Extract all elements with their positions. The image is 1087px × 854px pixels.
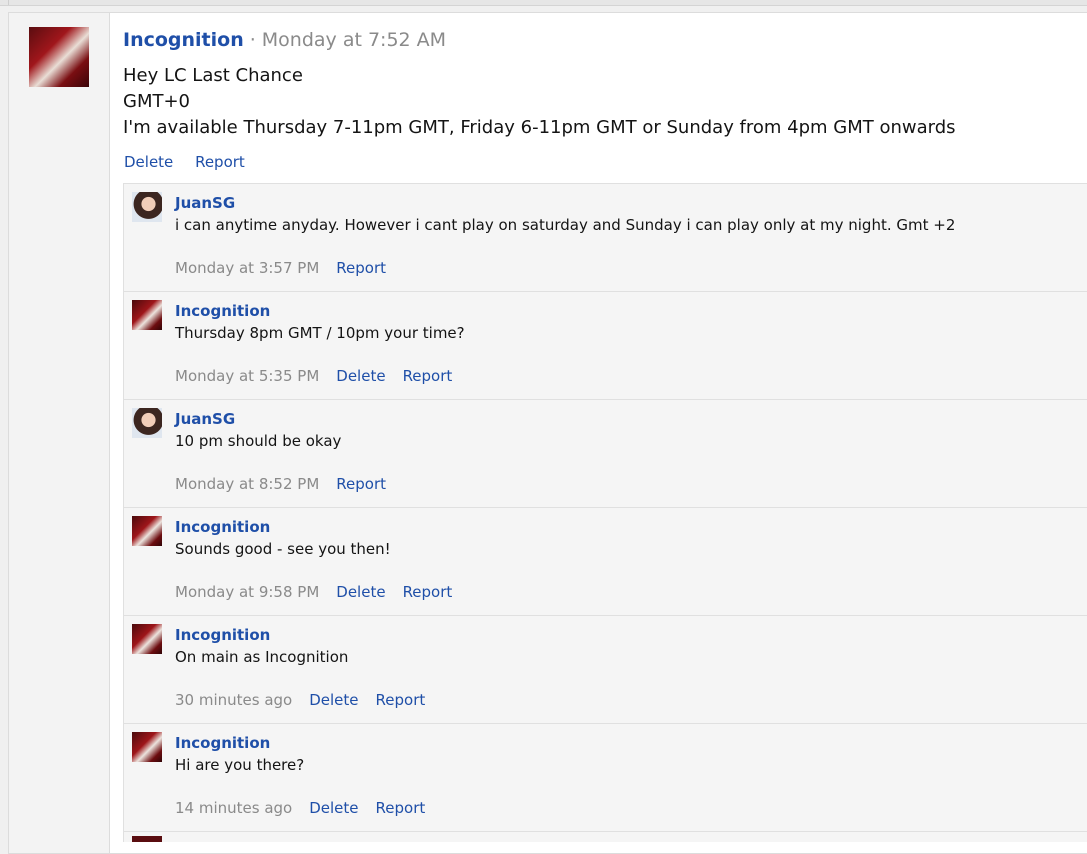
post-body-line: GMT+0 — [123, 91, 191, 112]
profile-post: Incognition · Monday at 7:52 AM Hey LC Las… — [8, 12, 1087, 854]
comment-author-link[interactable]: Incognition — [175, 734, 270, 752]
post-avatar-column — [9, 13, 110, 853]
comment-author-link[interactable]: JuanSG — [175, 194, 235, 212]
comment-meta: Monday at 9:58 PM Delete Report — [175, 583, 469, 601]
post-actions: Delete Report — [124, 153, 262, 171]
comment-report-link[interactable]: Report — [336, 259, 386, 277]
delete-link[interactable]: Delete — [124, 153, 173, 171]
comment-report-link[interactable]: Report — [376, 691, 426, 709]
comment-delete-link[interactable]: Delete — [309, 691, 358, 709]
comment-text: Sounds good - see you then! — [175, 540, 391, 558]
comment-delete-link[interactable]: Delete — [336, 583, 385, 601]
comment-author-link[interactable]: JuanSG — [175, 410, 235, 428]
comment-item: JuanSG i can anytime anyday. However i ca… — [123, 184, 1087, 292]
comment-text: i can anytime anyday. However i cant pla… — [175, 216, 956, 234]
comment-delete-link[interactable]: Delete — [309, 799, 358, 817]
post-author-link[interactable]: Incognition — [123, 29, 244, 51]
comment-report-link[interactable]: Report — [376, 799, 426, 817]
comment-text: Thursday 8pm GMT / 10pm your time? — [175, 324, 465, 342]
comment-timestamp[interactable]: Monday at 3:57 PM — [175, 259, 319, 277]
comment-delete-link[interactable]: Delete — [336, 367, 385, 385]
comment-text: Hi are you there? — [175, 756, 305, 774]
comment-meta: Monday at 3:57 PM Report — [175, 259, 403, 277]
comment-item: Incognition On main as Incognition 30 minu… — [123, 616, 1087, 724]
post-timestamp[interactable]: Monday at 7:52 AM — [262, 29, 446, 51]
comment-author-link[interactable]: Incognition — [175, 626, 270, 644]
post-body-line: Hey LC Last Chance — [123, 65, 303, 86]
comment-item: Incognition Sounds good - see you then! Mo… — [123, 508, 1087, 616]
comment-timestamp[interactable]: Monday at 9:58 PM — [175, 583, 319, 601]
comment-item: Incognition Hi are you there? 14 minutes a… — [123, 724, 1087, 832]
comment-avatar[interactable] — [132, 624, 162, 654]
comment-report-link[interactable]: Report — [403, 583, 453, 601]
comment-item: JuanSG 10 pm should be okay Monday at 8:52… — [123, 400, 1087, 508]
comment-report-link[interactable]: Report — [336, 475, 386, 493]
comment-avatar[interactable] — [132, 192, 162, 222]
post-header: Incognition · Monday at 7:52 AM — [123, 29, 446, 51]
comment-item-partial — [123, 832, 1087, 842]
comment-text: On main as Incognition — [175, 648, 349, 666]
comment-avatar[interactable] — [132, 516, 162, 546]
top-bar — [0, 0, 1087, 6]
comment-meta: Monday at 5:35 PM Delete Report — [175, 367, 469, 385]
comment-timestamp[interactable]: Monday at 5:35 PM — [175, 367, 319, 385]
comment-meta: 30 minutes ago Delete Report — [175, 691, 442, 709]
comment-meta: 14 minutes ago Delete Report — [175, 799, 442, 817]
comment-avatar[interactable] — [132, 732, 162, 762]
comment-text: 10 pm should be okay — [175, 432, 342, 450]
comment-list: JuanSG i can anytime anyday. However i ca… — [123, 183, 1087, 842]
comment-report-link[interactable]: Report — [403, 367, 453, 385]
comment-timestamp[interactable]: Monday at 8:52 PM — [175, 475, 319, 493]
comment-timestamp[interactable]: 30 minutes ago — [175, 691, 292, 709]
header-separator: · — [249, 29, 256, 51]
comment-meta: Monday at 8:52 PM Report — [175, 475, 403, 493]
comment-item: Incognition Thursday 8pm GMT / 10pm your … — [123, 292, 1087, 400]
post-body: Hey LC Last Chance GMT+0 I'm available T… — [123, 63, 956, 141]
post-body-line: I'm available Thursday 7-11pm GMT, Frida… — [123, 117, 956, 138]
comment-author-link[interactable]: Incognition — [175, 302, 270, 320]
comment-avatar[interactable] — [132, 300, 162, 330]
comment-timestamp[interactable]: 14 minutes ago — [175, 799, 292, 817]
top-bar-divider — [8, 0, 9, 5]
report-link[interactable]: Report — [195, 153, 245, 171]
comment-avatar[interactable] — [132, 408, 162, 438]
avatar[interactable] — [29, 27, 89, 87]
comment-author-link[interactable]: Incognition — [175, 518, 270, 536]
